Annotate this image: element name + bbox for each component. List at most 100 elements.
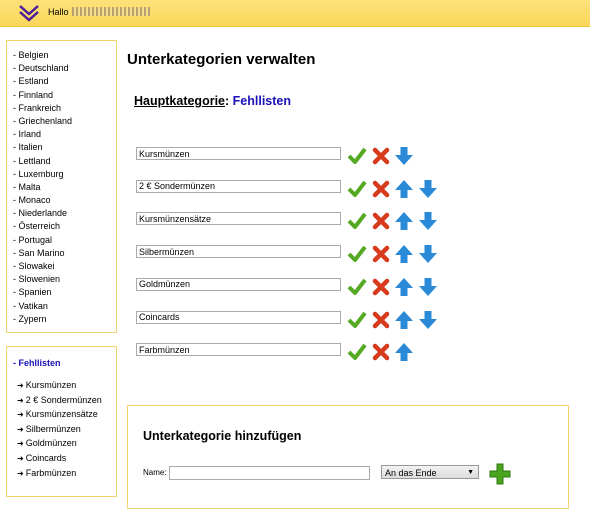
move-down-arrow-icon[interactable] [418,244,438,264]
subcategory-link-label: Goldmünzen [25,438,77,449]
subcategory-link[interactable]: ➜ Silbermünzen [17,422,102,437]
move-up-arrow-icon[interactable] [394,342,414,362]
country-link[interactable]: - Irland [13,128,116,141]
subcategory-name-input[interactable] [136,343,341,357]
delete-x-icon[interactable] [371,244,391,264]
double-chevron-logo-icon[interactable] [18,4,40,22]
save-check-icon[interactable] [347,179,367,199]
delete-x-icon[interactable] [371,342,391,362]
country-link[interactable]: - Lettland [13,155,116,168]
country-link[interactable]: - Griechenland [13,115,116,128]
move-up-arrow-icon[interactable] [394,179,414,199]
subcategory-row [136,179,446,199]
country-link[interactable]: - Finnland [13,89,116,102]
add-subcategory-panel: Unterkategorie hinzufügen Name: An das E… [127,405,569,509]
subcategory-name-input[interactable] [136,212,341,226]
subcategory-link[interactable]: ➜ Kursmünzen [17,378,102,393]
country-link[interactable]: - Slowenien [13,273,116,286]
subcategory-link[interactable]: ➜ Goldmünzen [17,436,102,451]
subcategory-link[interactable]: ➜ Farbmünzen [17,466,102,481]
subcategory-link-label: Kursmünzen [25,380,77,390]
country-link[interactable]: - Vatikan [13,300,116,313]
subcategory-row [136,342,446,362]
subcategory-row [136,211,446,231]
country-link[interactable]: - Frankreich [13,102,116,115]
arrow-right-icon: ➜ [17,395,24,405]
country-link[interactable]: - Spanien [13,286,116,299]
country-link[interactable]: - Monaco [13,194,116,207]
country-link[interactable]: - San Marino [13,247,116,260]
delete-x-icon[interactable] [371,277,391,297]
page-title: Unterkategorien verwalten [127,51,316,68]
subcategory-link[interactable]: ➜ 2 € Sondermünzen [17,393,102,408]
subcategory-name-input[interactable] [136,277,341,291]
country-link[interactable]: - Luxemburg [13,168,116,181]
subcategory-row [136,244,446,264]
move-up-arrow-icon[interactable] [394,277,414,297]
subcategory-name-input[interactable] [136,245,341,259]
subcategory-row [136,310,446,330]
position-select[interactable]: An das Ende ▼ [381,465,479,479]
arrow-right-icon: ➜ [17,453,24,463]
move-down-arrow-icon[interactable] [418,310,438,330]
country-nav: - Belgien - Deutschland - Estland - Finnlan… [6,40,117,333]
country-link[interactable]: - Niederlande [13,207,116,220]
subcategory-name-input[interactable] [136,147,341,160]
greeting-text: Hallo [48,7,150,17]
arrow-right-icon: ➜ [17,410,24,420]
save-check-icon[interactable] [347,277,367,297]
main-category-heading: Hauptkategorie: Fehllisten [134,94,291,108]
name-label: Name: [143,468,167,477]
move-up-arrow-icon[interactable] [394,244,414,264]
delete-x-icon[interactable] [371,179,391,199]
add-subcategory-title: Unterkategorie hinzufügen [143,429,302,443]
position-select-value: An das Ende [385,468,437,478]
move-down-arrow-icon[interactable] [418,211,438,231]
subcategory-name-input[interactable] [136,310,341,324]
move-down-arrow-icon[interactable] [418,277,438,297]
add-plus-icon[interactable] [489,463,511,485]
subcategory-row [136,277,446,297]
save-check-icon[interactable] [347,342,367,362]
subcategory-row [136,146,446,166]
arrow-right-icon: ➜ [17,439,24,449]
save-check-icon[interactable] [347,211,367,231]
arrow-right-icon: ➜ [17,381,24,390]
main-category-value: Fehllisten [232,94,291,108]
subcategory-nav: - Fehllisten ➜ Kursmünzen ➜ 2 € Sondermünze… [6,346,117,497]
country-link[interactable]: - Österreich [13,220,116,233]
save-check-icon[interactable] [347,310,367,330]
username-redacted [71,7,150,16]
save-check-icon[interactable] [347,244,367,264]
subcategory-link[interactable]: ➜ Coincards [17,451,102,466]
country-link[interactable]: - Italien [13,141,116,154]
delete-x-icon[interactable] [371,211,391,231]
move-down-arrow-icon[interactable] [394,146,414,166]
subcategory-link-label: 2 € Sondermünzen [25,394,102,405]
subcategory-link-label: Coincards [25,452,67,463]
country-link[interactable]: - Portugal [13,234,116,247]
arrow-right-icon: ➜ [17,468,24,478]
subcategory-link-label: Farbmünzen [25,467,77,478]
delete-x-icon[interactable] [371,310,391,330]
country-link[interactable]: - Estland [13,75,116,88]
header-bar: Hallo [0,0,590,27]
subcategory-link[interactable]: ➜ Kursmünzensätze [17,407,102,422]
sidebar-heading-fehllisten[interactable]: - Fehllisten [13,358,61,368]
arrow-right-icon: ➜ [17,424,24,434]
move-down-arrow-icon[interactable] [418,179,438,199]
country-link[interactable]: - Deutschland [13,62,116,75]
subcategory-link-label: Kursmünzensätze [25,409,98,420]
chevron-down-icon: ▼ [467,469,474,476]
main-category-separator: : [225,94,230,108]
delete-x-icon[interactable] [371,146,391,166]
subcategory-name-input[interactable] [136,179,341,193]
country-link[interactable]: - Malta [13,181,116,194]
move-up-arrow-icon[interactable] [394,310,414,330]
country-link[interactable]: - Belgien [13,49,116,62]
country-link[interactable]: - Zypern [13,313,116,326]
country-link[interactable]: - Slowakei [13,260,116,273]
save-check-icon[interactable] [347,146,367,166]
name-input[interactable] [169,466,370,480]
move-up-arrow-icon[interactable] [394,211,414,231]
